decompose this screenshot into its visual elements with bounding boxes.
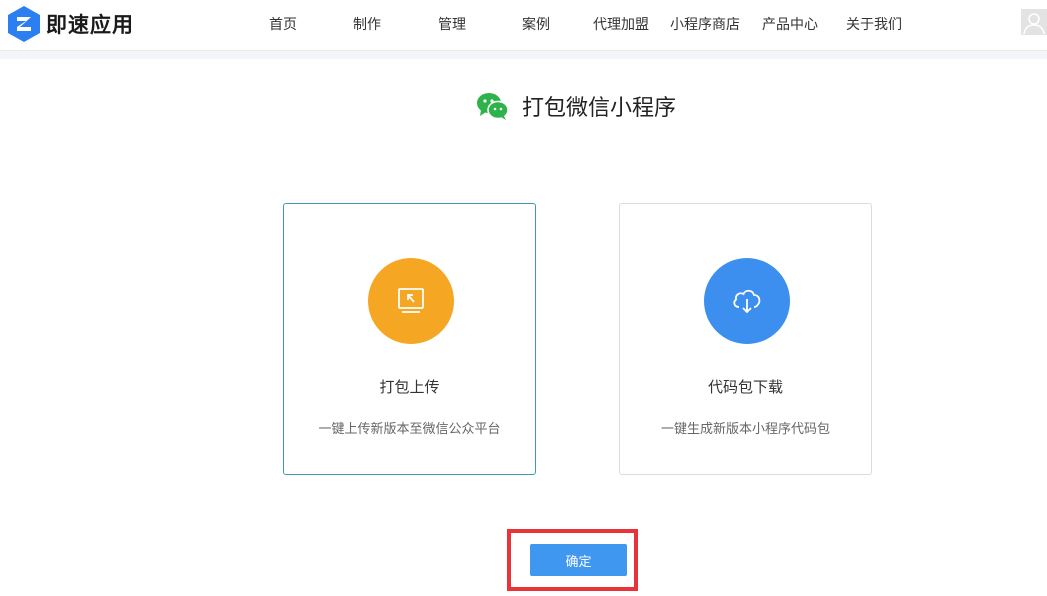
upload-screen-icon [398, 288, 424, 313]
brand-logo[interactable]: 即速应用 [6, 5, 134, 43]
option-description: 一键上传新版本至微信公众平台 [318, 422, 501, 437]
user-avatar[interactable] [1021, 9, 1047, 35]
wechat-icon [477, 93, 509, 120]
option-card-pack-upload[interactable]: 打包上传 一键上传新版本至微信公众平台 [283, 203, 536, 475]
confirm-button[interactable]: 确定 [530, 544, 627, 576]
nav-item-cases[interactable]: 案例 [522, 14, 550, 34]
option-icon-circle [704, 258, 790, 344]
page-title-text: 打包微信小程序 [522, 96, 677, 121]
option-title: 代码包下载 [707, 378, 783, 396]
nav-item-products[interactable]: 产品中心 [762, 14, 818, 34]
header-divider-strip [0, 51, 1047, 59]
option-description: 一键生成新版本小程序代码包 [660, 422, 830, 437]
nav-item-miniprogram-store[interactable]: 小程序商店 [670, 14, 740, 34]
top-header: 即速应用 首页 制作 管理 案例 代理加盟 小程序商店 产品中心 关于我们 [0, 0, 1047, 51]
user-icon [1023, 13, 1045, 35]
brand-logo-icon [8, 6, 40, 42]
option-card-code-download[interactable]: 代码包下载 一键生成新版本小程序代码包 [619, 203, 872, 475]
nav-item-about[interactable]: 关于我们 [846, 14, 902, 34]
option-title: 打包上传 [379, 378, 440, 396]
page-title: 打包微信小程序 [476, 88, 676, 124]
nav-item-agency[interactable]: 代理加盟 [593, 14, 649, 34]
option-icon-circle [368, 258, 454, 344]
nav-item-create[interactable]: 制作 [353, 14, 381, 34]
nav-item-home[interactable]: 首页 [269, 14, 297, 34]
cloud-download-icon [733, 289, 761, 314]
nav-item-manage[interactable]: 管理 [438, 14, 466, 34]
brand-name: 即速应用 [46, 13, 134, 37]
